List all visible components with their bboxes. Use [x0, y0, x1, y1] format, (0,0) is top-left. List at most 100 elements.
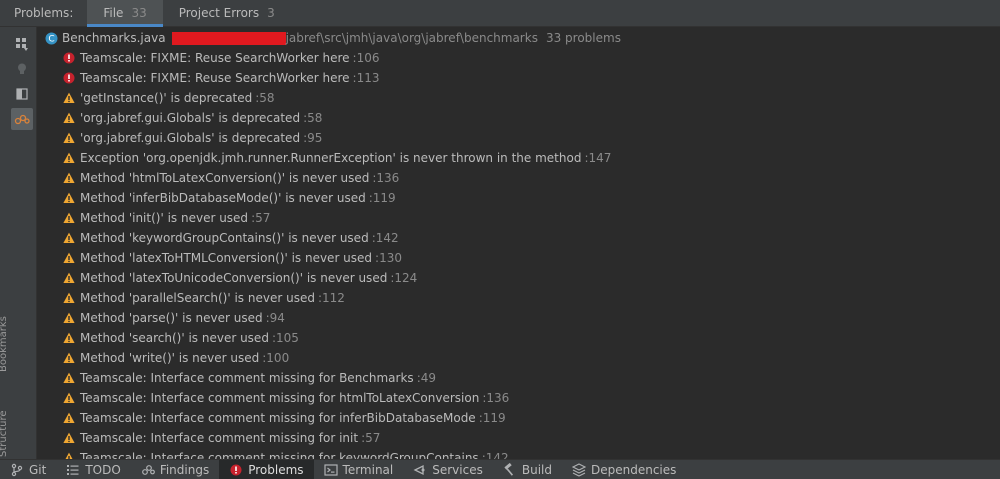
problem-item[interactable]: Method 'search()' is never used:105 — [63, 328, 299, 348]
warning-icon — [63, 432, 75, 443]
problem-message: Teamscale: Interface comment missing for… — [80, 391, 480, 405]
tab-project-errors-count: 3 — [267, 6, 275, 20]
bottom-tab-label: Terminal — [342, 462, 394, 477]
problem-item[interactable]: Method 'latexToUnicodeConversion()' is n… — [63, 268, 417, 288]
problem-line-number: :147 — [584, 151, 612, 165]
problem-line-number: :142 — [481, 451, 509, 459]
problem-message: Teamscale: Interface comment missing for… — [80, 371, 414, 385]
lightbulb-icon — [18, 63, 26, 74]
warning-icon — [63, 312, 75, 323]
bottom-tab-findings[interactable]: Findings — [131, 460, 219, 479]
warning-icon — [63, 292, 75, 303]
problem-message: Exception 'org.openjdk.jmh.runner.Runner… — [80, 151, 582, 165]
problem-item[interactable]: Method 'write()' is never used:100 — [63, 348, 289, 368]
problem-item[interactable]: Method 'htmlToLatexConversion()' is neve… — [63, 168, 399, 188]
problem-line-number: :94 — [265, 311, 285, 325]
bottom-tab-todo[interactable]: TODO — [56, 460, 130, 479]
svg-text:C: C — [48, 34, 54, 44]
warning-icon — [63, 372, 75, 383]
bottom-tab-problems[interactable]: Problems — [219, 460, 314, 479]
bottom-tab-services[interactable]: Services — [403, 460, 493, 479]
warning-icon — [65, 452, 73, 459]
bottom-tab-label: Git — [29, 462, 47, 477]
warning-icon — [63, 192, 75, 203]
problem-line-number: :112 — [317, 291, 345, 305]
dependencies-icon — [571, 462, 586, 477]
problem-item[interactable]: Teamscale: Interface comment missing for… — [63, 408, 506, 428]
warning-icon — [63, 272, 75, 283]
bottom-tab-git[interactable]: Git — [0, 460, 56, 479]
warning-icon — [63, 212, 75, 223]
problem-message: 'org.jabref.gui.Globals' is deprecated — [80, 131, 301, 145]
file-node[interactable]: C Benchmarks.java jabref\src\jmh\java\or… — [45, 28, 621, 48]
problem-item[interactable]: 'org.jabref.gui.Globals' is deprecated:5… — [63, 108, 322, 128]
problems-header: Problems: File 33 Project Errors 3 — [0, 0, 1000, 27]
problem-item[interactable]: Teamscale: Interface comment missing for… — [63, 368, 436, 388]
file-problem-count: 33 problems — [545, 31, 621, 45]
problem-line-number: :57 — [251, 211, 271, 225]
problem-message: Method 'parse()' is never used — [80, 311, 263, 325]
warning-icon — [63, 352, 75, 363]
warning-icon — [63, 112, 75, 123]
problem-item[interactable]: Teamscale: Interface comment missing for… — [63, 448, 509, 459]
bottom-tab-label: Services — [432, 462, 483, 477]
bottom-tab-dependencies[interactable]: Dependencies — [562, 460, 686, 479]
problem-message: Method 'keywordGroupContains()' is never… — [80, 231, 369, 245]
problem-message: Method 'htmlToLatexConversion()' is neve… — [80, 171, 370, 185]
problem-item[interactable]: Exception 'org.openjdk.jmh.runner.Runner… — [63, 148, 611, 168]
problems-icon — [229, 463, 243, 477]
problem-item[interactable]: Teamscale: FIXME: Reuse SearchWorker her… — [63, 68, 380, 88]
problem-message: Method 'inferBibDatabaseMode()' is never… — [80, 191, 366, 205]
file-name: Benchmarks.java — [62, 31, 166, 45]
warning-icon — [63, 232, 75, 243]
terminal-icon — [323, 463, 338, 477]
problem-line-number: :136 — [482, 391, 510, 405]
group-by-icon — [16, 38, 28, 51]
problem-item[interactable]: Method 'inferBibDatabaseMode()' is never… — [63, 188, 396, 208]
group-by-button[interactable] — [11, 33, 33, 55]
problem-item[interactable]: 'getInstance()' is deprecated:58 — [63, 88, 275, 108]
teamscale-findings-button[interactable] — [11, 108, 33, 130]
tab-project-errors-label: Project Errors — [178, 6, 260, 20]
java-class-icon: C — [45, 32, 58, 44]
problem-item[interactable]: Teamscale: Interface comment missing for… — [63, 388, 509, 408]
problem-line-number: :57 — [361, 431, 381, 445]
tab-file[interactable]: File 33 — [87, 0, 164, 27]
warning-icon — [63, 332, 75, 343]
quick-fix-button[interactable] — [11, 58, 33, 80]
error-icon — [63, 72, 75, 84]
problem-message: Teamscale: FIXME: Reuse SearchWorker her… — [80, 71, 350, 85]
problem-item[interactable]: Teamscale: Interface comment missing for… — [63, 428, 380, 448]
problem-line-number: :113 — [352, 71, 380, 85]
preview-button[interactable] — [11, 83, 33, 105]
problem-line-number: :58 — [255, 91, 275, 105]
problem-item[interactable]: Method 'parallelSearch()' is never used:… — [63, 288, 345, 308]
warning-icon — [63, 152, 75, 163]
tab-project-errors[interactable]: Project Errors 3 — [163, 0, 291, 26]
bottom-tab-build[interactable]: Build — [493, 460, 562, 479]
problem-message: Method 'latexToHTMLConversion()' is neve… — [80, 251, 373, 265]
problem-message: Method 'search()' is never used — [80, 331, 269, 345]
problem-line-number: :105 — [271, 331, 299, 345]
problem-item[interactable]: Method 'keywordGroupContains()' is never… — [63, 228, 399, 248]
problem-message: Teamscale: Interface comment missing for… — [80, 451, 479, 459]
problem-message: Teamscale: Interface comment missing for… — [80, 431, 359, 445]
error-icon — [63, 52, 75, 64]
todo-list-icon — [66, 463, 80, 477]
bottom-tab-terminal[interactable]: Terminal — [314, 460, 404, 479]
services-icon — [413, 463, 427, 477]
redacted-path-segment — [171, 31, 286, 45]
problem-line-number: :130 — [375, 251, 402, 265]
problem-item[interactable]: 'org.jabref.gui.Globals' is deprecated:9… — [63, 128, 322, 148]
problems-toolbar — [8, 27, 37, 459]
problem-item[interactable]: Method 'latexToHTMLConversion()' is neve… — [63, 248, 402, 268]
problem-item[interactable]: Teamscale: FIXME: Reuse SearchWorker her… — [63, 48, 380, 68]
problem-line-number: :106 — [352, 51, 380, 65]
warning-icon — [63, 252, 75, 263]
warning-icon — [63, 392, 75, 403]
tab-file-count: 33 — [131, 6, 147, 20]
hammer-icon — [503, 462, 517, 477]
problem-item[interactable]: Method 'init()' is never used:57 — [63, 208, 270, 228]
bottom-tab-label: Findings — [159, 462, 210, 477]
problem-item[interactable]: Method 'parse()' is never used:94 — [63, 308, 285, 328]
